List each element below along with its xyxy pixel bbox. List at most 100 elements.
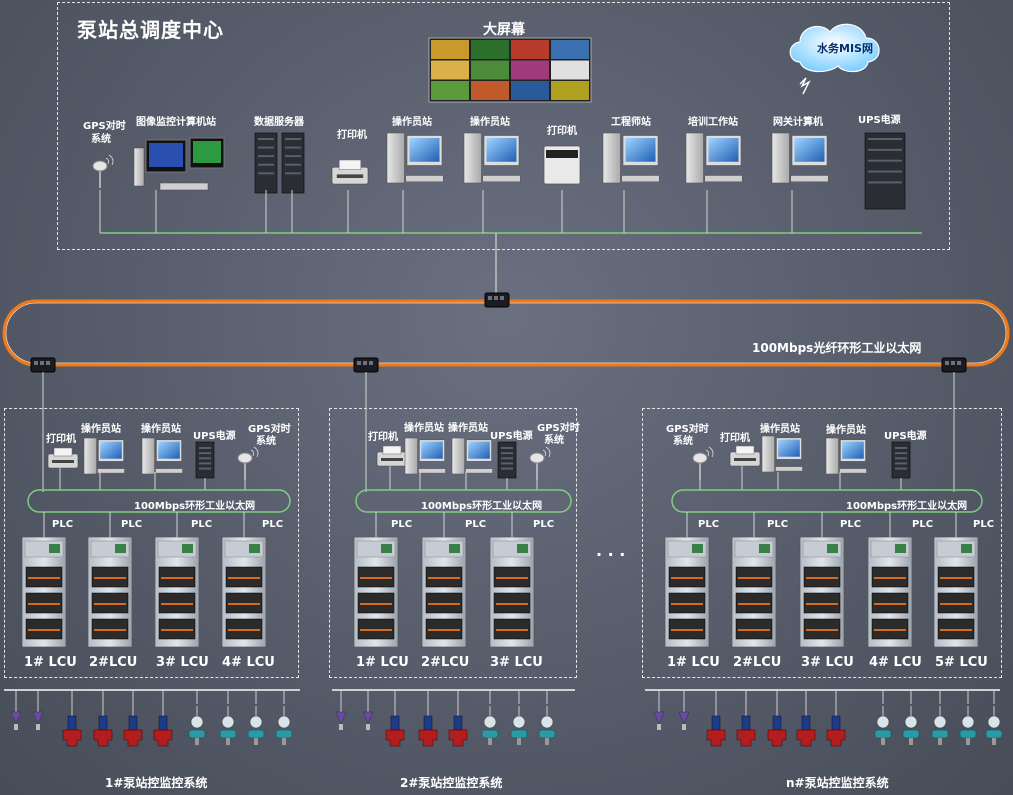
ring-switch-s2-port — [369, 361, 373, 365]
s3-plc-2: PLC — [767, 519, 789, 530]
s2-op-station-keyboard — [465, 468, 493, 474]
s1-meter-pipe — [188, 729, 206, 739]
s1-printer-paper — [53, 447, 73, 457]
server-1-vent — [258, 155, 274, 158]
s3-cabinet-module — [738, 629, 770, 631]
s3-meter-pipe — [931, 729, 949, 739]
s3-cabinet-module — [940, 577, 972, 579]
s1-cabinet-module — [94, 577, 126, 579]
s1-pump-motor — [158, 715, 168, 731]
s3-cabinet-display — [961, 544, 972, 553]
s2-ups-vent — [501, 447, 513, 449]
s3-pump-casing — [826, 729, 846, 747]
s3-meter-pipe — [985, 729, 1003, 739]
s3-valve-body — [678, 711, 690, 725]
ring-switch-s3-port — [945, 361, 949, 365]
video-wall-tile — [551, 60, 589, 80]
s3-op-station-screen — [778, 439, 800, 457]
ring-switch-s2-port — [363, 361, 367, 365]
s2-plc-2: PLC — [465, 519, 487, 530]
s2-meter-base — [517, 738, 521, 745]
server-1-vent — [258, 163, 274, 166]
s1-lcu-1: 1# LCU — [24, 655, 77, 670]
s2-meter-head — [540, 715, 554, 729]
ring-switch-s3-port — [951, 361, 955, 365]
s3-cabinet-module — [874, 629, 906, 631]
s1-meter-pipe — [275, 729, 293, 739]
s1-meter-head — [221, 715, 235, 729]
s3-ups-vent — [895, 457, 907, 460]
s2-meter-pipe — [510, 729, 528, 739]
s1-valve-body — [10, 711, 22, 725]
video-wall-tile — [511, 40, 549, 59]
s3-pump-motor — [772, 715, 782, 731]
s1-pump-motor — [128, 715, 138, 731]
s1-pump-casing — [93, 729, 113, 747]
s1-pump-motor — [98, 715, 108, 731]
video-wall-tile — [551, 81, 589, 100]
s1-plc-2: PLC — [121, 519, 143, 530]
op-station-1-keyboard — [405, 175, 444, 182]
op2-label: 操作员站 — [470, 117, 510, 128]
s1-op-station-tower — [141, 437, 155, 475]
s3-ups-vent — [895, 467, 907, 470]
server-1-vent — [258, 146, 274, 149]
s3-lcu-1: 1# LCU — [667, 655, 720, 670]
s2-ups-label: UPS电源 — [490, 431, 533, 442]
s1-op1-label: 操作员站 — [81, 424, 121, 435]
s3-cabinet-display — [759, 544, 770, 553]
s3-cabinet-module — [806, 603, 838, 605]
s2-cabinet-module — [360, 603, 392, 605]
s3-cabinet-module — [738, 577, 770, 579]
s1-gps-wave — [250, 446, 259, 458]
ring-switch-center-port — [494, 296, 498, 300]
s2-op-station-screen — [468, 441, 490, 459]
s1-cabinet-module — [94, 603, 126, 605]
ups-center-vent — [868, 138, 902, 140]
s2-ring-label: 100Mbps环形工业以太网 — [421, 501, 543, 512]
s1-op2-label: 操作员站 — [141, 424, 181, 435]
s3-lcu-4: 4# LCU — [869, 655, 922, 670]
s2-cabinet-module — [496, 603, 528, 605]
s2-printer-paper — [382, 445, 402, 455]
s1-cabinet-display — [182, 544, 193, 553]
s3-pump-motor — [831, 715, 841, 731]
gps-antenna-wave — [105, 154, 114, 166]
s3-lcu-2: 2#LCU — [733, 655, 782, 670]
s2-printer-label: 打印机 — [368, 432, 398, 443]
s2-op-station-tower — [451, 437, 465, 475]
s2-pump-casing — [448, 729, 468, 747]
training-station-screen — [708, 138, 739, 162]
s3-gps-label-2: 系统 — [673, 436, 693, 447]
s1-cabinet-module — [228, 577, 260, 579]
ups-label: UPS电源 — [858, 115, 901, 126]
s3-plc-4: PLC — [912, 519, 934, 530]
s1-meter-head — [190, 715, 204, 729]
s3-lcu-3: 3# LCU — [801, 655, 854, 670]
video-label: 图像监控计算机站 — [136, 117, 216, 128]
s1-cabinet-module — [161, 577, 193, 579]
s3-op2-label: 操作员站 — [826, 425, 866, 436]
s1-cabinet-module — [94, 629, 126, 631]
s2-cabinet-module — [428, 603, 460, 605]
s1-op-station-tower — [83, 437, 97, 475]
s3-cabinet-module — [671, 603, 703, 605]
server-2-vent — [285, 155, 301, 158]
s3-gps-dish — [692, 452, 708, 464]
s2-ups-vent — [501, 457, 513, 460]
ring-switch-s1-port — [46, 361, 50, 365]
s2-op-station-tower — [404, 437, 418, 475]
s3-cabinet-module — [806, 629, 838, 631]
s2-cabinet-display — [449, 544, 460, 553]
s1-gps-label-2: 系统 — [256, 436, 276, 447]
s1-pump-casing — [153, 729, 173, 747]
s2-valve-body — [335, 711, 347, 725]
s3-plc-5: PLC — [973, 519, 995, 530]
video-wall-tile — [511, 81, 549, 100]
eng-label: 工程师站 — [611, 117, 651, 128]
gateway-label: 网关计算机 — [773, 117, 823, 128]
s3-plc-3: PLC — [840, 519, 862, 530]
s3-printer-label: 打印机 — [720, 433, 750, 444]
ring-label: 100Mbps光纤环形工业以太网 — [752, 341, 922, 355]
s1-valve-body — [32, 711, 44, 725]
